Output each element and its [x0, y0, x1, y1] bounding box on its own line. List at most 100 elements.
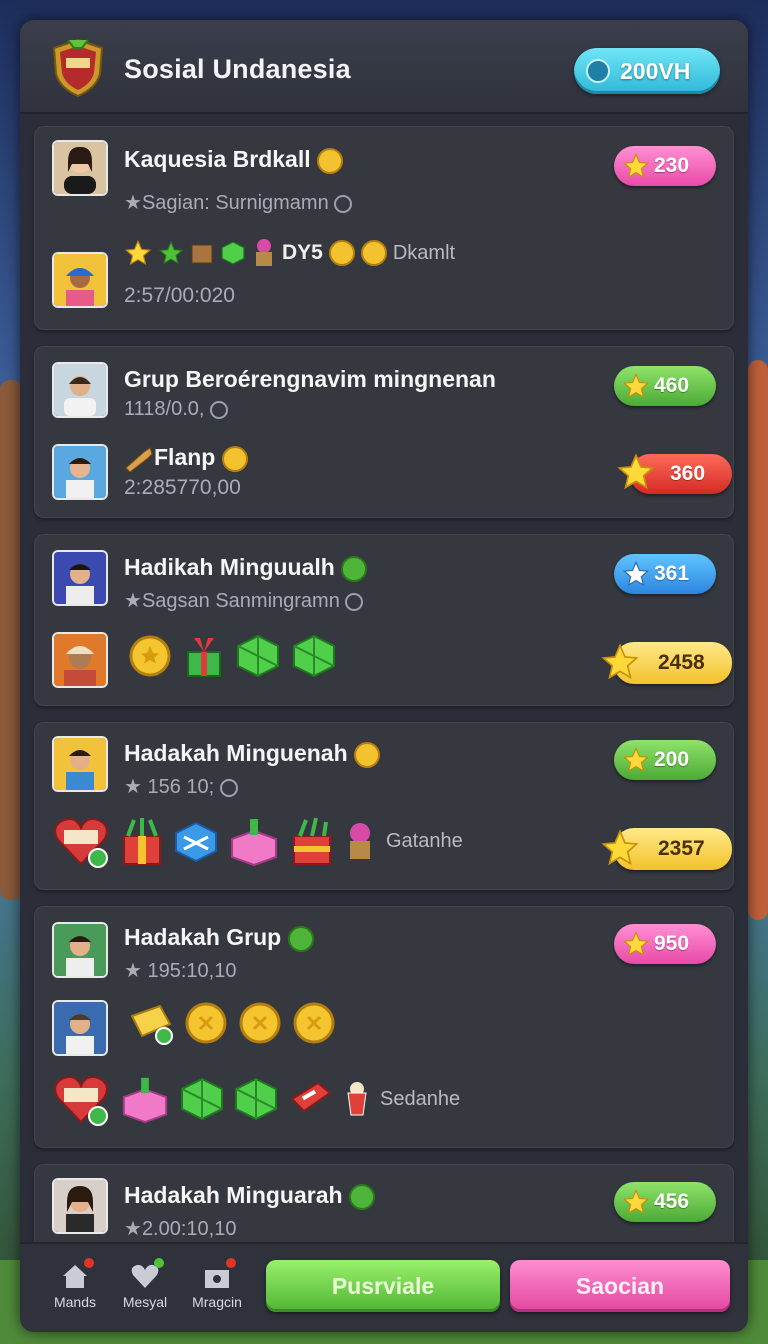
group-name: Hadakah Grup [124, 924, 314, 952]
item-note: Gatanhe [386, 829, 463, 852]
shield-logo-icon [52, 38, 104, 98]
notification-dot [84, 1258, 94, 1268]
pink-gift-icon [122, 1077, 168, 1124]
avatar [52, 1000, 108, 1056]
timestamp: 2:285770,00 [124, 476, 241, 499]
avatar [52, 1178, 108, 1234]
reward-items: Sedanhe [52, 1072, 460, 1126]
refresh-icon [345, 592, 364, 611]
bottom-bar: Mands Mesyal Mragcin Pusrviale Saocian [20, 1242, 748, 1332]
list-item[interactable]: Hadakah Grup ★ 195:10,10 950 Sedanhe [34, 906, 734, 1148]
star-icon [601, 643, 639, 680]
popcorn-icon [347, 1082, 367, 1116]
list-item[interactable]: Hadakah Minguenah ★ 156 10; 200 Gatanhe … [34, 722, 734, 890]
trumpet-icon [125, 447, 153, 473]
item-label: Flanp [124, 444, 248, 473]
score-badge: 200 [614, 740, 716, 780]
item-note: Dkamlt [392, 241, 456, 264]
score-badge: 361 [614, 554, 716, 594]
refresh-icon [334, 194, 353, 213]
avatar [52, 252, 108, 308]
group-subtitle: ★Sagian: Surnigmamn [124, 190, 353, 215]
list-item[interactable]: Hadikah Minguualh ★Sagsan Sanmingramn 36… [34, 534, 734, 706]
gift-box-icon [293, 817, 331, 865]
group-subtitle: 1118/0.0, [124, 398, 229, 421]
list-item[interactable]: Grup Beroérengnavim mingnenan 1118/0.0, … [34, 346, 734, 518]
notification-dot [226, 1258, 236, 1268]
gift-box-icon [187, 638, 221, 677]
avatar [52, 550, 108, 606]
badge-icon [341, 555, 368, 582]
score-badge: 2458 [601, 642, 732, 684]
gold-chest-icon [130, 1004, 173, 1045]
smile-emoji-icon [221, 445, 248, 472]
reward-items: Gatanhe [52, 814, 463, 868]
green-cube-icon [293, 634, 335, 678]
coin-icon [239, 1002, 281, 1044]
star-icon [622, 560, 650, 587]
panel-header: Sosial Undanesia 200VH [20, 20, 748, 114]
nav-item-mragcin[interactable]: Mragcin [186, 1258, 248, 1310]
avatar [52, 922, 108, 978]
green-cube-icon [235, 1077, 277, 1121]
primary-button[interactable]: Pusrviale [266, 1260, 500, 1312]
green-star-icon [158, 240, 184, 265]
list-item[interactable]: Kaquesia Brdkall ★Sagian: Surnigmamn 230… [34, 126, 734, 330]
avatar [52, 632, 108, 688]
heart-sign-icon [54, 1076, 108, 1126]
score-badge: 460 [614, 366, 716, 406]
background-building-left [0, 380, 22, 900]
smile-emoji-icon [354, 741, 381, 768]
group-subtitle: ★2.00:10,10 [124, 1218, 237, 1240]
ticket-icon [290, 1081, 332, 1113]
group-subtitle: ★ 156 10; [124, 774, 238, 799]
reward-items [128, 634, 336, 678]
avatar [52, 362, 108, 418]
background-building-right [748, 360, 768, 920]
coin-icon [328, 240, 355, 266]
currency-balance[interactable]: 200VH [574, 48, 720, 94]
blue-box-icon [175, 821, 217, 863]
group-name: Grup Beroérengnavim mingnenan [124, 366, 496, 392]
group-name: Hadakah Minguarah [124, 1182, 375, 1210]
pink-gift-icon [231, 819, 277, 867]
green-cube-icon [237, 634, 279, 678]
group-name: Kaquesia Brdkall [124, 146, 344, 174]
coin-icon [129, 635, 171, 677]
item-note: Sedanhe [380, 1087, 461, 1110]
nav-item-mands[interactable]: Mands [44, 1258, 106, 1310]
reward-items [128, 1000, 336, 1046]
refresh-icon [219, 778, 238, 797]
coin-icon [185, 1002, 227, 1044]
avatar [52, 140, 108, 196]
score-badge: 456 [614, 1182, 716, 1222]
score-badge: 950 [614, 924, 716, 964]
star-icon [622, 746, 650, 773]
coin-icon [293, 1002, 335, 1044]
refresh-icon [210, 400, 229, 419]
score-badge: 2357 [601, 828, 732, 870]
coin-icon [360, 240, 387, 266]
reward-items: DY5 Dkamlt [124, 238, 455, 268]
avatar [52, 444, 108, 500]
page-title: Sosial Undanesia [124, 54, 351, 84]
score-badge: 230 [614, 146, 716, 186]
smile-emoji-icon [317, 147, 344, 174]
group-name: Hadakah Minguenah [124, 740, 381, 768]
item-code: DY5 [282, 241, 323, 264]
score-badge: 360 [617, 453, 732, 494]
nav-item-mesyal[interactable]: Mesyal [114, 1258, 176, 1310]
star-icon [622, 1188, 650, 1215]
badge-icon [287, 925, 314, 952]
star-icon [622, 152, 650, 179]
secondary-button[interactable]: Saocian [510, 1260, 730, 1312]
heart-sign-icon [54, 818, 108, 868]
timestamp: 2:57/00:020 [124, 284, 235, 307]
star-icon [622, 930, 650, 957]
crate-icon [191, 244, 213, 264]
flower-basket-icon [350, 823, 370, 859]
star-icon [617, 453, 655, 490]
currency-value: 200VH [620, 58, 691, 84]
gift-box-icon [123, 818, 161, 865]
green-cube-icon [221, 241, 245, 265]
